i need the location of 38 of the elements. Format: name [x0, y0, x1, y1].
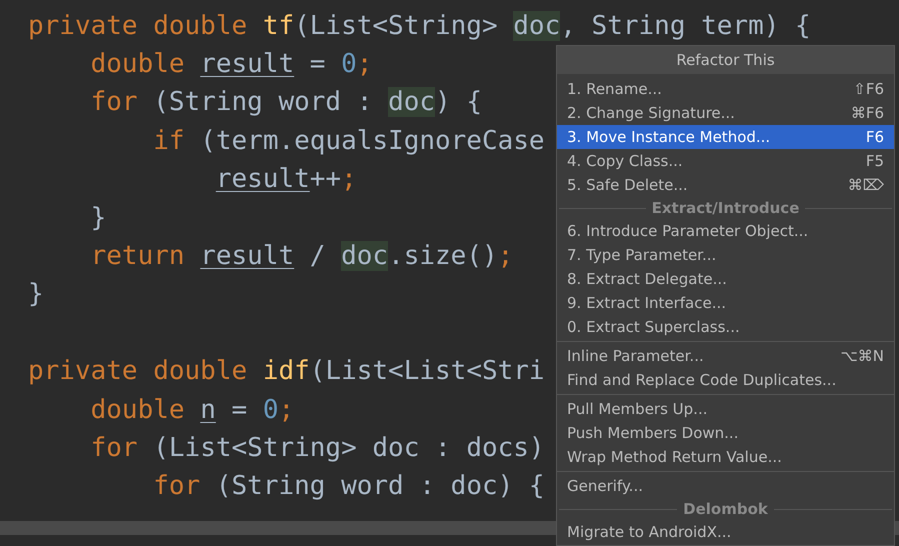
menu-item[interactable]: 9. Extract Interface...: [557, 291, 894, 315]
menu-item[interactable]: 5. Safe Delete... ⌘⌦: [557, 173, 894, 197]
menu-item[interactable]: Push Members Down...: [557, 421, 894, 445]
shortcut-label: ⌥⌘N: [840, 346, 884, 367]
code-line: }: [28, 278, 44, 312]
section-heading: Delombok: [682, 498, 769, 520]
code-line: result++;: [214, 163, 357, 196]
code-line: for (String word : doc) {: [152, 470, 545, 504]
menu-item[interactable]: Wrap Method Return Value...: [557, 445, 894, 469]
menu-item[interactable]: Generify...: [557, 474, 894, 498]
shortcut-label: ⌘⌦: [848, 174, 884, 196]
menu-item[interactable]: 6. Introduce Parameter Object...: [557, 219, 894, 243]
menu-item[interactable]: 7. Type Parameter...: [557, 243, 894, 267]
shortcut-label: ⌘F6: [850, 102, 884, 124]
menu-title: Refactor This: [557, 46, 894, 74]
menu-item[interactable]: 3. Move Instance Method... F6: [557, 125, 894, 149]
code-line: }: [90, 202, 106, 235]
menu-item[interactable]: 1. Rename... ⇧F6: [557, 77, 894, 101]
menu-item[interactable]: 4. Copy Class... F5: [557, 149, 894, 173]
code-line: double n = 0;: [90, 394, 294, 427]
menu-item[interactable]: 0. Extract Superclass...: [557, 315, 894, 339]
shortcut-label: ⇧F6: [853, 78, 884, 100]
menu-item[interactable]: Migrate to AndroidX...: [557, 520, 894, 544]
menu-item[interactable]: Inline Parameter... ⌥⌘N: [557, 344, 894, 368]
shortcut-label: F6: [866, 126, 884, 148]
menu-item[interactable]: Find and Replace Code Duplicates...: [557, 368, 894, 392]
code-line: if (term.equalsIgnoreCase: [152, 124, 545, 158]
menu-item[interactable]: 8. Extract Delegate...: [557, 267, 894, 291]
code-line: for (List<String> doc : docs): [90, 432, 545, 465]
code-line: return result / doc.size();: [90, 240, 514, 274]
menu-item[interactable]: 2. Change Signature... ⌘F6: [557, 101, 894, 125]
section-heading: Extract/Introduce: [650, 198, 800, 219]
code-line: private double tf(List<String> doc, String term) {: [28, 10, 811, 43]
shortcut-label: F5: [866, 150, 884, 172]
code-line: double result = 0;: [90, 48, 372, 82]
menu-item[interactable]: Pull Members Up...: [557, 397, 894, 421]
code-line: private double idf(List<List<Stri: [28, 355, 545, 388]
code-line: for (String word : doc) {: [90, 86, 482, 120]
